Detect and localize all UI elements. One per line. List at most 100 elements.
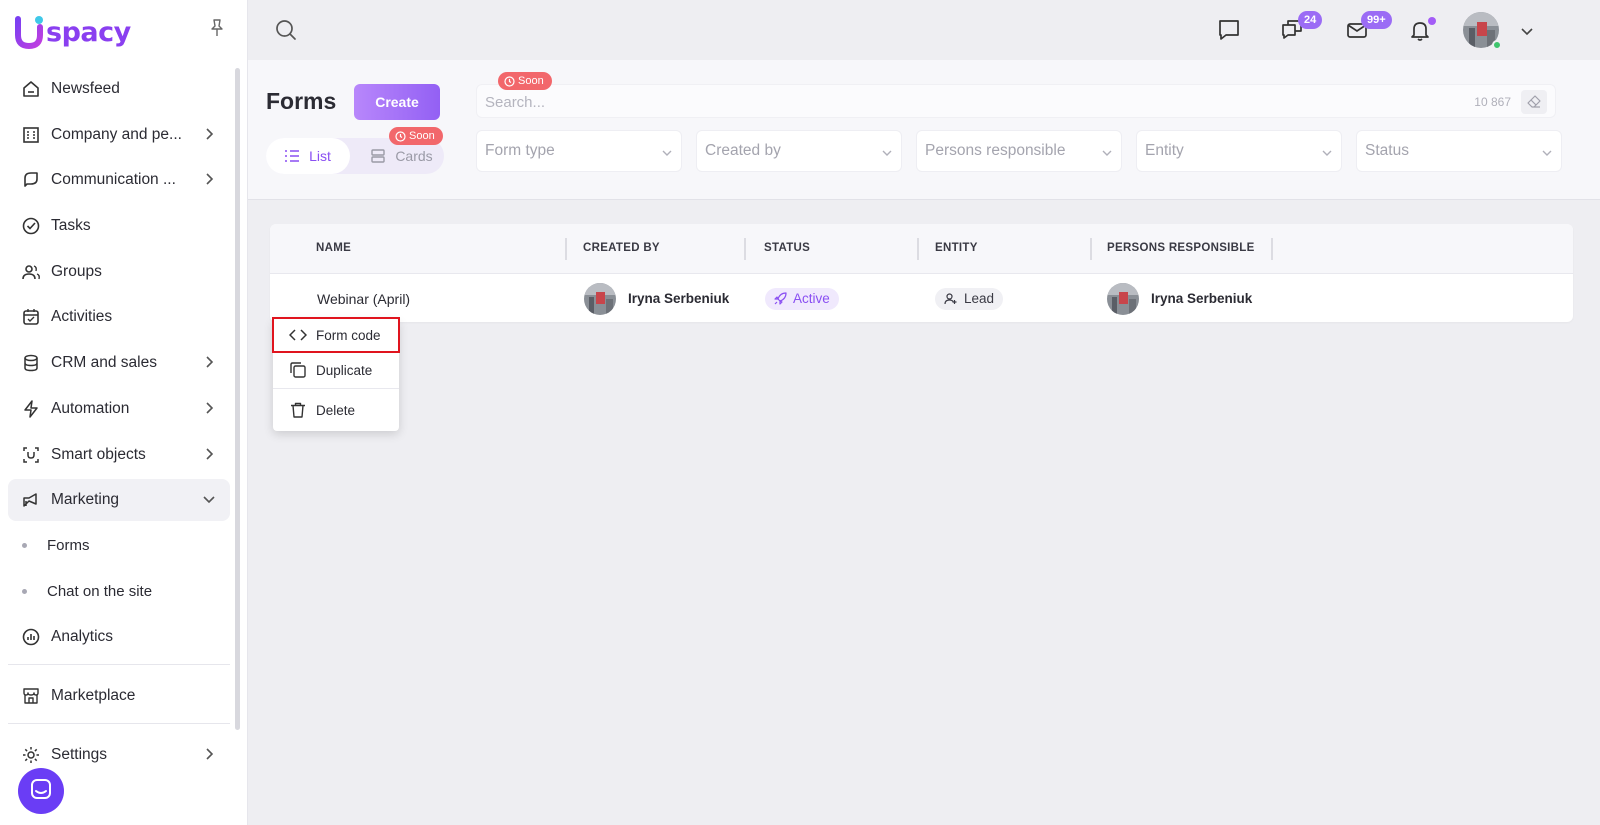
online-status-dot <box>1492 40 1502 50</box>
sidebar-item-crm[interactable]: CRM and sales <box>8 342 230 384</box>
menu-item-duplicate[interactable]: Duplicate <box>273 352 399 388</box>
support-chat-button[interactable] <box>18 768 64 814</box>
column-header-created-by[interactable]: CREATED BY <box>583 242 660 254</box>
search-icon[interactable] <box>274 18 298 42</box>
sidebar-item-label: Newsfeed <box>51 80 120 97</box>
sidebar-item-label: Activities <box>51 308 113 326</box>
soon-label: Soon <box>518 75 544 87</box>
sidebar-item-label: Company and pe... <box>51 125 182 143</box>
chevron-down-icon <box>661 146 673 158</box>
column-resize-handle[interactable] <box>917 238 919 260</box>
lightning-icon <box>20 398 42 420</box>
clear-search-button[interactable] <box>1521 90 1547 114</box>
column-header-entity[interactable]: ENTITY <box>935 242 978 254</box>
column-header-name[interactable]: NAME <box>316 242 351 254</box>
sidebar-item-company[interactable]: Company and pe... <box>8 114 230 156</box>
sidebar-item-label: Marketing <box>51 491 120 509</box>
trash-icon <box>289 401 307 419</box>
avatar <box>584 282 616 315</box>
chevron-right-icon <box>202 447 216 461</box>
cell-name[interactable]: Webinar (April) <box>317 275 410 322</box>
pin-icon[interactable] <box>208 18 226 38</box>
sidebar-divider <box>8 723 230 725</box>
sidebar-item-marketing[interactable]: Marketing <box>8 479 230 522</box>
chevron-right-icon <box>202 127 216 141</box>
entity-label: Lead <box>964 291 995 306</box>
filter-created-by[interactable]: Created by <box>696 130 902 172</box>
bullet-dot <box>22 589 27 595</box>
filter-persons-responsible[interactable]: Persons responsible <box>916 130 1122 172</box>
eraser-icon <box>1527 95 1541 109</box>
column-resize-handle[interactable] <box>565 238 567 260</box>
filter-label: Status <box>1365 142 1409 159</box>
filter-form-type[interactable]: Form type <box>476 130 682 172</box>
column-header-status[interactable]: STATUS <box>764 242 810 254</box>
chevron-right-icon <box>202 172 216 186</box>
calendar-icon <box>20 306 42 328</box>
sidebar-item-marketplace[interactable]: Marketplace <box>8 675 230 717</box>
cell-status: Active <box>765 275 839 322</box>
chevron-down-icon <box>1101 146 1113 158</box>
search-result-count: 10 867 <box>1474 95 1511 109</box>
chevron-down-icon <box>202 492 216 506</box>
uspacy-logo-icon <box>14 15 44 50</box>
chevron-right-icon <box>202 401 216 415</box>
chevron-down-icon <box>1541 146 1553 158</box>
status-badge: Active <box>765 287 839 310</box>
view-list-button[interactable]: List <box>266 138 350 174</box>
filter-label: Created by <box>705 142 781 159</box>
column-header-persons-responsible[interactable]: PERSONS RESPONSIBLE <box>1107 242 1255 254</box>
menu-item-form-code[interactable]: Form code <box>272 317 400 353</box>
sidebar-item-label: Smart objects <box>51 445 146 463</box>
sidebar-item-communication[interactable]: Communication ... <box>8 159 230 201</box>
sidebar-item-activities[interactable]: Activities <box>8 296 230 338</box>
store-icon <box>20 685 42 707</box>
view-list-label: List <box>309 148 331 164</box>
marketing-icon <box>20 489 42 511</box>
filter-entity[interactable]: Entity <box>1136 130 1342 172</box>
sidebar-item-analytics[interactable]: Analytics <box>8 616 230 658</box>
cell-persons-responsible[interactable]: Iryna Serbeniuk <box>1107 275 1252 322</box>
search-input[interactable] <box>485 91 1385 113</box>
soon-badge-search: Soon <box>498 72 552 90</box>
soon-label: Soon <box>409 130 435 142</box>
form-name: Webinar (April) <box>317 290 411 307</box>
sidebar-divider <box>8 664 230 666</box>
users-icon <box>20 261 42 283</box>
column-resize-handle[interactable] <box>744 238 746 260</box>
filter-status[interactable]: Status <box>1356 130 1562 172</box>
sidebar-item-automation[interactable]: Automation <box>8 388 230 430</box>
sidebar-scrollbar[interactable] <box>235 68 240 730</box>
menu-divider <box>273 388 399 389</box>
sidebar-item-label: Tasks <box>51 217 91 235</box>
sidebar-item-label: Settings <box>51 746 108 764</box>
sidebar-item-newsfeed[interactable]: Newsfeed <box>8 68 230 110</box>
avatar <box>1107 282 1139 315</box>
message-icon[interactable] <box>1215 16 1243 44</box>
sidebar-item-tasks[interactable]: Tasks <box>8 205 230 247</box>
create-button[interactable]: Create <box>354 84 440 120</box>
status-label: Active <box>793 291 830 306</box>
sidebar-subitem-label: Forms <box>47 537 90 555</box>
sidebar-item-smart-objects[interactable]: Smart objects <box>8 434 230 476</box>
sidebar-item-label: CRM and sales <box>51 354 157 372</box>
table-row[interactable]: Webinar (April) Iryna Serbeniuk Active L… <box>270 275 1573 322</box>
top-header: 24 99+ <box>248 0 1600 60</box>
menu-item-delete[interactable]: Delete <box>273 392 399 428</box>
list-icon <box>285 150 300 162</box>
app-logo[interactable]: spacy <box>14 14 131 50</box>
forms-toolbar: Forms Create List Cards Soon 10 867 Soon… <box>248 60 1600 200</box>
building-icon <box>20 124 42 146</box>
smart-object-icon <box>20 444 42 466</box>
sidebar-subitem-forms[interactable]: Forms <box>8 525 230 567</box>
column-resize-handle[interactable] <box>1090 238 1092 260</box>
sidebar-subitem-chat-on-site[interactable]: Chat on the site <box>8 571 230 613</box>
menu-item-label: Form code <box>316 327 381 343</box>
sidebar-item-groups[interactable]: Groups <box>8 251 230 293</box>
cell-created-by[interactable]: Iryna Serbeniuk <box>584 275 729 322</box>
sidebar-item-label: Marketplace <box>51 687 136 705</box>
sidebar-item-label: Analytics <box>51 628 114 646</box>
chevron-down-icon <box>1321 146 1333 158</box>
chevron-down-icon[interactable] <box>1520 24 1534 38</box>
column-resize-handle[interactable] <box>1271 238 1273 260</box>
